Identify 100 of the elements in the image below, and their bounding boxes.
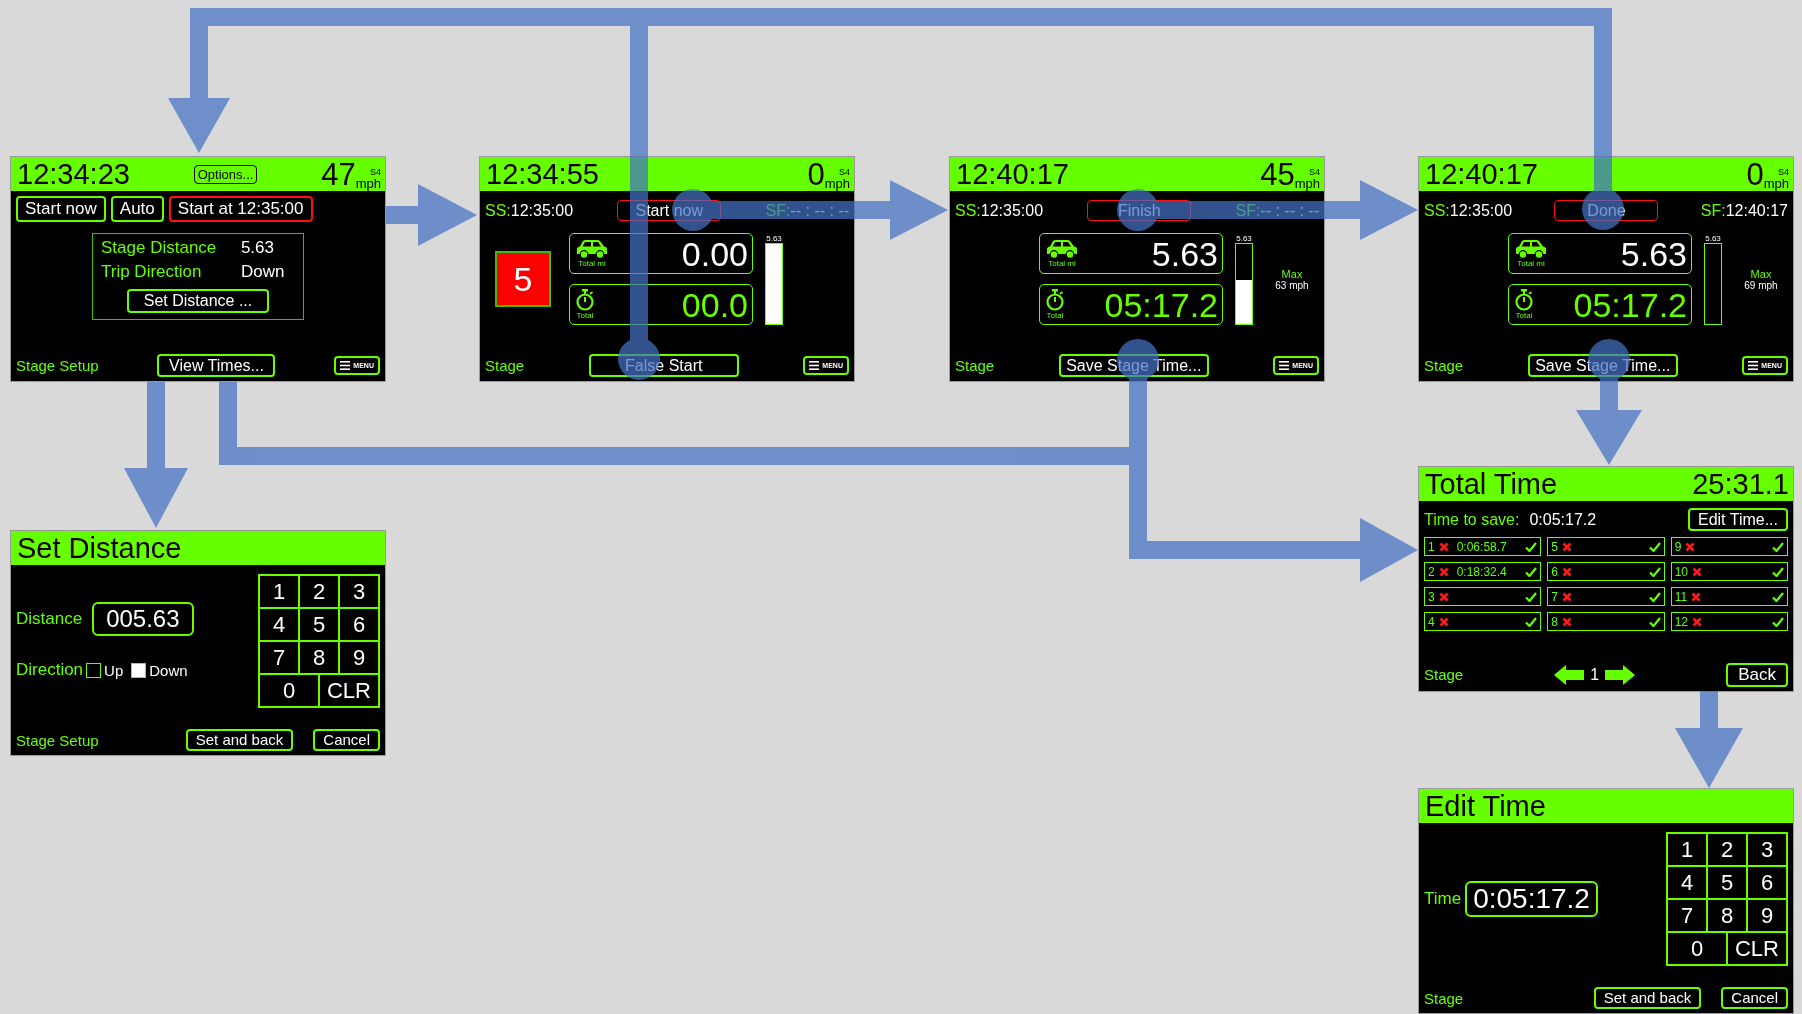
keypad-key[interactable]: 2	[1707, 833, 1747, 866]
screen-title: Total Time	[1425, 469, 1558, 499]
distance-value: 0.00	[681, 236, 748, 271]
start-button[interactable]: Start now	[16, 196, 106, 223]
check-icon[interactable]	[1772, 591, 1784, 602]
slot-number: 7	[1551, 589, 1558, 604]
set-distance-button[interactable]: Set Distance ...	[127, 289, 269, 313]
check-icon[interactable]	[1525, 616, 1538, 627]
keypad-key[interactable]: 0	[259, 674, 319, 707]
keypad-key[interactable]: 0	[1667, 932, 1727, 965]
info-value: Down	[240, 262, 286, 283]
delete-icon[interactable]	[1438, 566, 1449, 577]
time-slot[interactable]: 8	[1547, 612, 1665, 632]
delete-icon[interactable]	[1562, 566, 1572, 577]
check-icon[interactable]	[1648, 616, 1661, 627]
distance-value: 5.63	[1620, 236, 1687, 271]
time-slot[interactable]: 1 0:06:58.7	[1424, 537, 1542, 557]
keypad-key[interactable]: 9	[1747, 899, 1787, 932]
keypad-key[interactable]: 4	[259, 608, 299, 641]
keypad-key[interactable]: 8	[1707, 899, 1747, 932]
check-icon[interactable]	[1525, 541, 1538, 552]
keypad-key[interactable]: CLR	[1727, 932, 1787, 965]
speed-unit: mph	[1294, 176, 1320, 190]
keypad-key[interactable]: 8	[299, 641, 339, 674]
keypad-key[interactable]: 7	[259, 641, 299, 674]
time-slot[interactable]: 12	[1670, 612, 1788, 632]
checkbox-label: Down	[149, 661, 188, 679]
back-button[interactable]: Back	[1726, 662, 1788, 687]
time-slot[interactable]: 4	[1424, 612, 1542, 632]
dialog-button[interactable]: Cancel	[1721, 987, 1788, 1009]
start-button[interactable]: Start at 12:35:00	[168, 196, 313, 223]
keypad-key[interactable]: 4	[1667, 866, 1707, 899]
check-icon[interactable]	[1648, 591, 1661, 602]
checkbox[interactable]	[131, 662, 147, 678]
time-slot[interactable]: 3	[1424, 587, 1542, 607]
screen-label: Stage	[955, 356, 995, 374]
menu-icon	[340, 360, 351, 370]
keypad-key[interactable]: 6	[1747, 866, 1787, 899]
check-icon[interactable]	[1772, 541, 1784, 552]
speed-value: 0	[1746, 158, 1764, 190]
stage-start-time: 12:35:00	[980, 201, 1044, 219]
time-slot[interactable]: 2 0:18:32.4	[1424, 562, 1542, 582]
check-icon[interactable]	[1525, 566, 1538, 577]
keypad-key[interactable]: 1	[259, 575, 299, 608]
delete-icon[interactable]	[1692, 566, 1702, 577]
start-button[interactable]: Auto	[110, 196, 164, 223]
right-arrow-icon[interactable]	[1605, 664, 1636, 685]
stage-start-label: SS:	[955, 201, 981, 219]
delete-icon[interactable]	[1438, 591, 1449, 602]
keypad-key[interactable]: 2	[299, 575, 339, 608]
keypad-key[interactable]: 3	[1747, 833, 1787, 866]
keypad-key[interactable]: CLR	[319, 674, 379, 707]
keypad-key[interactable]: 5	[1707, 866, 1747, 899]
delete-icon[interactable]	[1438, 616, 1449, 627]
delete-icon[interactable]	[1691, 591, 1702, 602]
slot-number: 5	[1551, 539, 1558, 554]
stage-tag: S4	[370, 167, 381, 177]
input-field[interactable]: 0:05:17.2	[1465, 881, 1598, 917]
view-times-button[interactable]: View Times...	[157, 353, 276, 377]
check-icon[interactable]	[1525, 591, 1538, 602]
keypad-key[interactable]: 7	[1667, 899, 1707, 932]
check-icon[interactable]	[1772, 616, 1784, 627]
left-arrow-icon[interactable]	[1554, 664, 1585, 685]
screen-label: Stage	[1424, 356, 1464, 374]
options-button[interactable]: Options...	[193, 164, 258, 184]
keypad-key[interactable]: 1	[1667, 833, 1707, 866]
keypad-key[interactable]: 9	[339, 641, 379, 674]
check-icon[interactable]	[1772, 566, 1784, 577]
keypad-key[interactable]: 6	[339, 608, 379, 641]
slot-number: 11	[1674, 589, 1688, 604]
time-slot[interactable]: 5	[1547, 537, 1665, 557]
keypad-key[interactable]: 3	[339, 575, 379, 608]
delete-icon[interactable]	[1685, 541, 1696, 552]
readout-label: Total mi	[1517, 259, 1545, 269]
edit-time-button[interactable]: Edit Time...	[1687, 508, 1788, 532]
delete-icon[interactable]	[1438, 541, 1449, 552]
check-icon[interactable]	[1648, 541, 1661, 552]
info-label: Stage Distance	[101, 238, 218, 259]
delete-icon[interactable]	[1692, 616, 1702, 627]
dialog-button[interactable]: Set and back	[1593, 987, 1702, 1009]
delete-icon[interactable]	[1562, 541, 1572, 552]
max-speed: 63 mph	[1275, 279, 1309, 291]
time-slot[interactable]: 6	[1547, 562, 1665, 582]
time-slot[interactable]: 10	[1670, 562, 1788, 582]
dialog-button[interactable]: Cancel	[313, 729, 380, 751]
speed-value: 45	[1260, 158, 1295, 190]
countdown-box: 5	[495, 251, 551, 308]
screen-label: Stage Setup	[16, 731, 99, 749]
delete-icon[interactable]	[1562, 591, 1572, 602]
keypad-key[interactable]: 5	[299, 608, 339, 641]
time-slot[interactable]: 11	[1670, 587, 1788, 607]
dialog-button[interactable]: Set and back	[185, 729, 294, 751]
save-time: 0:05:17.2	[1529, 510, 1597, 529]
input-field[interactable]: 005.63	[92, 602, 194, 636]
check-icon[interactable]	[1648, 566, 1661, 577]
stage-finish-time: -- : -- : --	[790, 201, 849, 219]
checkbox[interactable]	[86, 662, 102, 678]
delete-icon[interactable]	[1562, 616, 1572, 627]
time-slot[interactable]: 9	[1670, 537, 1788, 557]
time-slot[interactable]: 7	[1547, 587, 1665, 607]
